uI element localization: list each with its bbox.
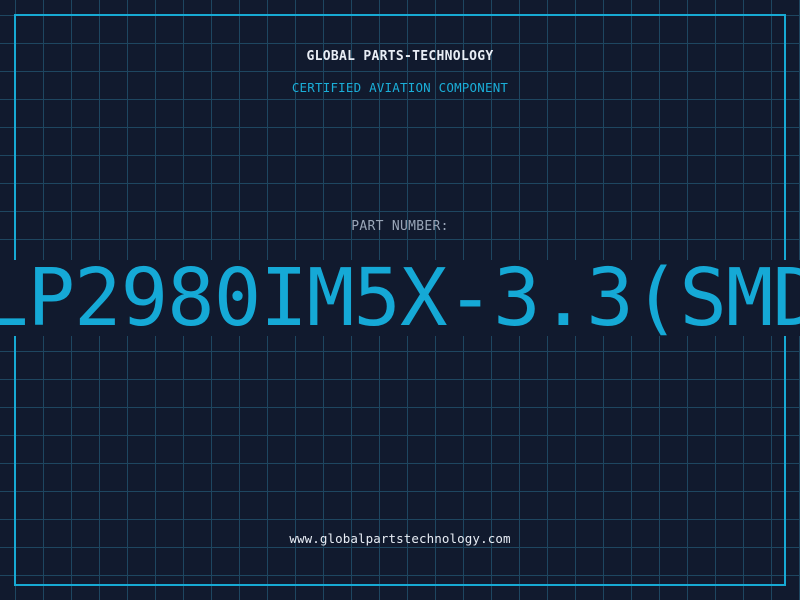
part-number-band: LP2980IM5X-3.3(SMD xyxy=(0,260,800,336)
part-number-value: LP2980IM5X-3.3(SMD xyxy=(0,260,800,336)
part-number-label: PART NUMBER: xyxy=(351,219,449,234)
part-card: GLOBAL PARTS-TECHNOLOGY CERTIFIED AVIATI… xyxy=(0,0,800,600)
certification-subtitle: CERTIFIED AVIATION COMPONENT xyxy=(291,80,509,95)
company-name: GLOBAL PARTS-TECHNOLOGY xyxy=(306,49,494,64)
website-link[interactable]: www.globalpartstechnology.com xyxy=(0,531,800,546)
